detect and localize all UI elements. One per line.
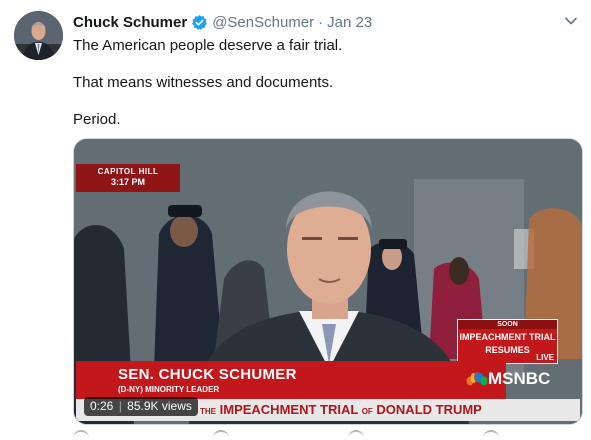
ticker-text: THE IMPEACHMENT TRIAL OF DONALD TRUMP bbox=[200, 402, 482, 417]
tweet-paragraph: That means witnesses and documents. bbox=[73, 74, 334, 91]
video-views: 85.9K views bbox=[127, 399, 192, 413]
tweet-paragraph: The American people deserve a fair trial… bbox=[73, 37, 343, 54]
promo-line-1: IMPEACHMENT TRIAL bbox=[459, 332, 556, 342]
lower-third: SEN. CHUCK SCHUMER (D-NY) MINORITY LEADE… bbox=[76, 361, 506, 399]
reply-icon[interactable] bbox=[73, 430, 89, 440]
chevron-down-icon[interactable] bbox=[564, 14, 578, 28]
like-icon[interactable] bbox=[348, 430, 364, 440]
author-name[interactable]: Chuck Schumer bbox=[73, 14, 187, 31]
ticker-prefix: THE bbox=[200, 407, 216, 416]
share-icon[interactable] bbox=[483, 430, 499, 440]
tweet-text: The American people deserve a fair trial… bbox=[73, 36, 573, 147]
network-logo: MSNBC bbox=[466, 369, 550, 389]
retweet-icon[interactable] bbox=[213, 430, 229, 440]
stats-divider: | bbox=[118, 399, 122, 413]
ticker-of: OF bbox=[361, 407, 373, 416]
network-name: MSNBC bbox=[488, 369, 551, 388]
video-duration: 0:26 bbox=[90, 399, 114, 413]
verified-badge-icon bbox=[192, 14, 208, 30]
header-separator: · bbox=[318, 13, 324, 31]
tweet-paragraph: Period. bbox=[73, 111, 121, 128]
guest-title: (D-NY) MINORITY LEADER bbox=[118, 385, 220, 394]
avatar[interactable] bbox=[14, 11, 63, 60]
tweet-date[interactable]: Jan 23 bbox=[327, 14, 372, 31]
ticker-part-2: DONALD TRUMP bbox=[376, 402, 482, 417]
tweet-actions bbox=[73, 430, 553, 438]
promo-soon: SOON bbox=[458, 320, 557, 329]
tweet-header: Chuck Schumer @SenSchumer · Jan 23 bbox=[73, 12, 561, 32]
video-player[interactable]: CAPITOL HILL 3:17 PM SOON IMPEACHMENT TR… bbox=[73, 138, 583, 425]
ticker-part-1: IMPEACHMENT TRIAL bbox=[219, 402, 359, 417]
avatar-image bbox=[14, 11, 63, 60]
guest-name: SEN. CHUCK SCHUMER bbox=[118, 366, 297, 383]
tweet-card[interactable]: Chuck Schumer @SenSchumer · Jan 23 The A… bbox=[0, 0, 591, 438]
location-tag: CAPITOL HILL 3:17 PM bbox=[76, 164, 180, 192]
live-label: LIVE bbox=[536, 353, 554, 362]
video-stats-badge: 0:26 | 85.9K views bbox=[84, 397, 198, 416]
peacock-icon bbox=[466, 372, 488, 386]
author-handle[interactable]: @SenSchumer bbox=[212, 14, 314, 31]
promo-box: SOON IMPEACHMENT TRIAL RESUMES LIVE bbox=[457, 319, 558, 364]
location-label: CAPITOL HILL bbox=[97, 167, 159, 176]
broadcast-time: 3:17 PM bbox=[110, 177, 145, 187]
